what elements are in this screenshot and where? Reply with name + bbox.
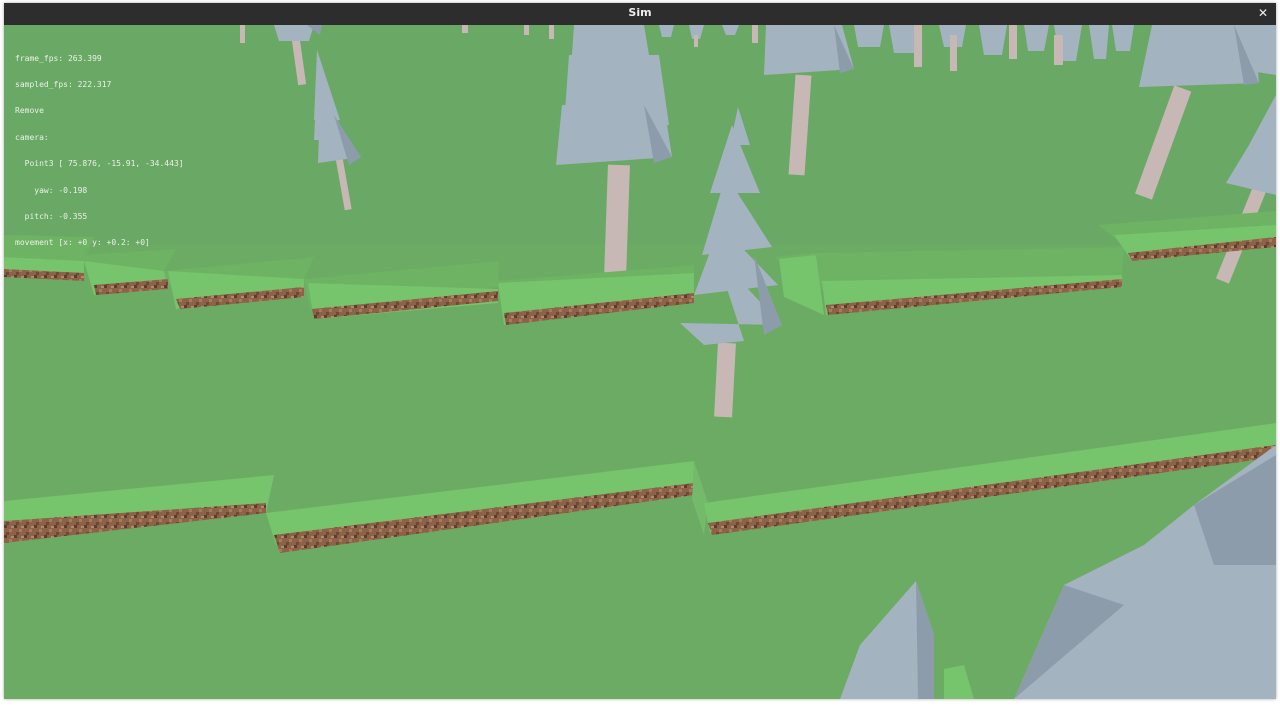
close-icon[interactable]: ✕: [1256, 5, 1270, 21]
sim-window: Sim ✕ frame_fps: 263.399 sampled_fps: 22…: [4, 3, 1276, 699]
debug-overlay: frame_fps: 263.399 sampled_fps: 222.317 …: [15, 37, 184, 266]
game-viewport[interactable]: frame_fps: 263.399 sampled_fps: 222.317 …: [4, 25, 1276, 699]
camera-yaw: yaw: -0.198: [15, 185, 88, 195]
mode: Remove: [15, 106, 44, 116]
frame-fps: frame_fps: 263.399: [15, 53, 102, 63]
scene-canvas: [4, 25, 1276, 699]
camera-point: Point3 [ 75.876, -15.91, -34.443]: [15, 159, 184, 169]
title-bar[interactable]: Sim ✕: [4, 3, 1276, 25]
window-title: Sim: [628, 6, 652, 19]
camera-pitch: pitch: -0.355: [15, 211, 88, 221]
movement: movement [x: +0 y: +0.2: +0]: [15, 238, 150, 248]
sampled-fps: sampled_fps: 222.317: [15, 79, 112, 89]
camera-label: camera:: [15, 132, 49, 142]
